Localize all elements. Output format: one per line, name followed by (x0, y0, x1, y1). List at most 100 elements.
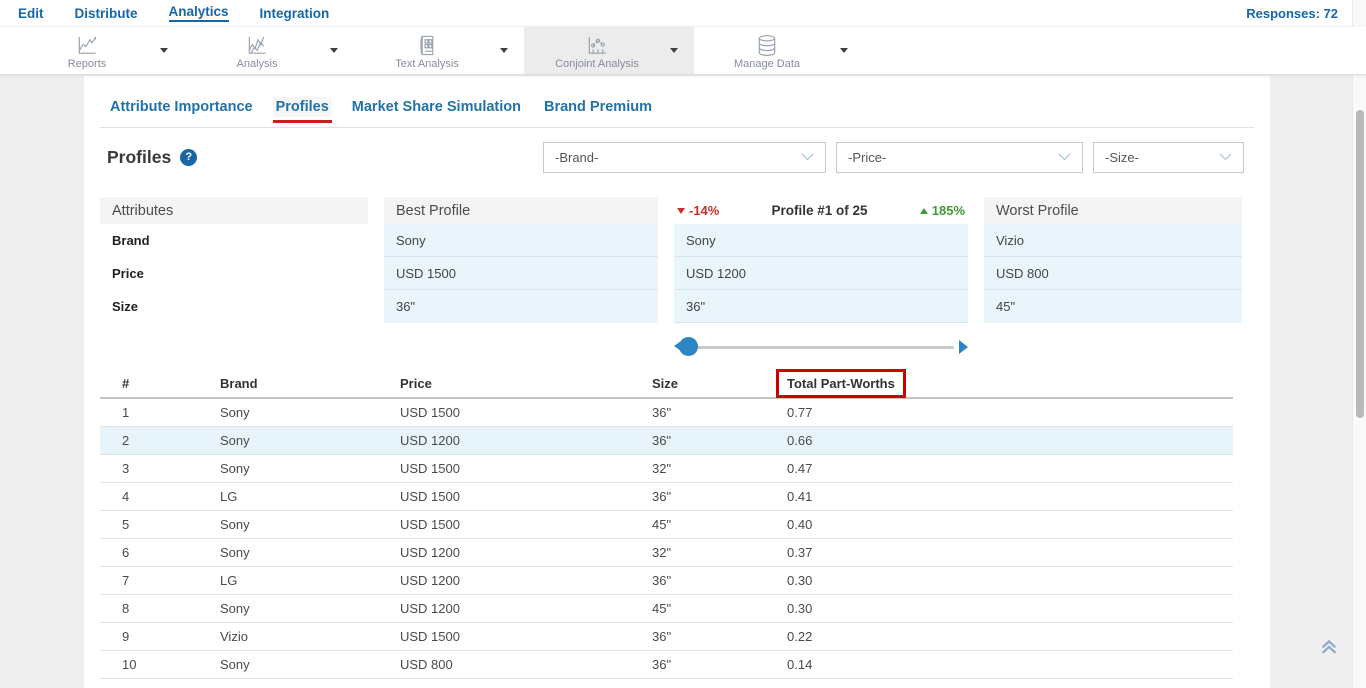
nav-item-analytics[interactable]: Analytics (169, 4, 229, 22)
table-row[interactable]: 10SonyUSD 80036"0.14 (100, 651, 1233, 679)
toolbar-item-text-analysis[interactable]: Text Analysis (354, 27, 524, 74)
best-profile-price: USD 1500 (384, 257, 658, 290)
table-cell: 3 (100, 461, 220, 476)
size-filter-select[interactable]: -Size- (1093, 142, 1244, 173)
slider-handle[interactable] (679, 337, 698, 356)
attribute-label-size: Size (100, 290, 368, 323)
table-cell: 36" (652, 405, 787, 420)
table-cell: 4 (100, 489, 220, 504)
table-row[interactable]: 1SonyUSD 150036"0.77 (100, 399, 1233, 427)
toolbar-item-manage-data[interactable]: Manage Data (694, 27, 864, 74)
table-cell: 6 (100, 545, 220, 560)
brand-filter-select[interactable]: -Brand- (543, 142, 826, 173)
table-cell: 0.14 (787, 657, 1233, 672)
slider-track[interactable] (682, 346, 954, 349)
tab-brand-premium[interactable]: Brand Premium (541, 97, 655, 117)
down-triangle-icon (677, 208, 685, 214)
price-filter-select[interactable]: -Price- (836, 142, 1083, 173)
chevron-down-icon (801, 153, 814, 161)
worst-profile-header: Worst Profile (984, 197, 1242, 224)
filter-row: -Brand- -Price- -Size- (543, 142, 1244, 173)
book-icon (414, 34, 440, 57)
attribute-label-price: Price (100, 257, 368, 290)
conjoint-sub-tabs: Attribute Importance Profiles Market Sha… (100, 76, 1254, 128)
responses-count[interactable]: Responses: 72 (1246, 6, 1366, 21)
chevron-down-icon[interactable] (500, 48, 508, 53)
table-cell: Sony (220, 657, 400, 672)
loss-vs-best: -14% (677, 203, 719, 218)
gain-vs-worst: 185% (920, 203, 965, 218)
table-cell: Sony (220, 405, 400, 420)
nav-item-integration[interactable]: Integration (260, 6, 330, 21)
page-header: Profiles ? -Brand- -Price- -Size- (107, 141, 1244, 173)
table-row[interactable]: 5SonyUSD 150045"0.40 (100, 511, 1233, 539)
nav-item-edit[interactable]: Edit (18, 6, 44, 21)
table-cell: 0.40 (787, 517, 1233, 532)
analytics-toolbar: Reports Analysis Text Analysi (0, 27, 1366, 75)
toolbar-item-label: Manage Data (734, 58, 800, 70)
table-row[interactable]: 4LGUSD 150036"0.41 (100, 483, 1233, 511)
current-profile-price: USD 1200 (674, 257, 968, 290)
tab-attribute-importance[interactable]: Attribute Importance (107, 97, 256, 117)
table-cell: 36" (652, 629, 787, 644)
table-cell: USD 1200 (400, 601, 652, 616)
table-cell: 0.66 (787, 433, 1233, 448)
table-row[interactable]: 7LGUSD 120036"0.30 (100, 567, 1233, 595)
column-header-brand: Brand (220, 376, 400, 391)
table-cell: 0.30 (787, 601, 1233, 616)
table-cell: 36" (652, 573, 787, 588)
table-cell: 2 (100, 433, 220, 448)
table-cell: 32" (652, 545, 787, 560)
double-chevron-up-icon (1318, 635, 1340, 657)
tab-market-share-simulation[interactable]: Market Share Simulation (349, 97, 524, 117)
best-profile-header: Best Profile (384, 197, 658, 224)
table-row[interactable]: 3SonyUSD 150032"0.47 (100, 455, 1233, 483)
table-cell: USD 1500 (400, 629, 652, 644)
chevron-down-icon[interactable] (670, 48, 678, 53)
table-cell: 36" (652, 657, 787, 672)
vertical-scrollbar[interactable] (1352, 0, 1366, 688)
nav-item-distribute[interactable]: Distribute (75, 6, 138, 21)
chevron-down-icon[interactable] (330, 48, 338, 53)
best-profile-brand: Sony (384, 224, 658, 257)
table-cell: USD 1500 (400, 461, 652, 476)
table-cell: Sony (220, 601, 400, 616)
table-cell: USD 1500 (400, 517, 652, 532)
help-icon[interactable]: ? (180, 149, 197, 166)
table-row[interactable]: 2SonyUSD 120036"0.66 (100, 427, 1233, 455)
table-row[interactable]: 6SonyUSD 120032"0.37 (100, 539, 1233, 567)
table-cell: 9 (100, 629, 220, 644)
best-profile-column: Best Profile Sony USD 1500 36" (384, 197, 658, 357)
toolbar-item-label: Conjoint Analysis (555, 58, 639, 70)
table-cell: Sony (220, 461, 400, 476)
table-row[interactable]: 9VizioUSD 150036"0.22 (100, 623, 1233, 651)
table-body: 1SonyUSD 150036"0.772SonyUSD 120036"0.66… (100, 399, 1233, 688)
table-cell: 0.47 (787, 461, 1233, 476)
profiles-table: # Brand Price Size Total Part-Worths 1So… (100, 369, 1233, 688)
page-title: Profiles (107, 147, 171, 168)
tab-profiles[interactable]: Profiles (273, 97, 332, 117)
toolbar-item-analysis[interactable]: Analysis (184, 27, 354, 74)
table-cell: Vizio (220, 629, 400, 644)
profile-slider[interactable] (674, 337, 968, 357)
table-cell: 0.37 (787, 545, 1233, 560)
scroll-to-top-button[interactable] (1318, 635, 1340, 662)
current-profile-column: -14% Profile #1 of 25 185% Sony USD 1200… (674, 197, 968, 357)
table-cell: 7 (100, 573, 220, 588)
column-header-total-part-worths: Total Part-Worths (787, 376, 895, 391)
table-row[interactable]: 11LGUSD 150032"0.12 (100, 679, 1233, 688)
line-chart-icon (74, 34, 100, 57)
chevron-down-icon[interactable] (160, 48, 168, 53)
toolbar-item-label: Reports (68, 58, 107, 70)
attributes-header: Attributes (100, 197, 368, 224)
table-cell: USD 1200 (400, 545, 652, 560)
table-row[interactable]: 8SonyUSD 120045"0.30 (100, 595, 1233, 623)
scrollbar-thumb[interactable] (1356, 110, 1364, 418)
toolbar-item-reports[interactable]: Reports (14, 27, 184, 74)
worst-profile-price: USD 800 (984, 257, 1242, 290)
conjoint-chart-icon (584, 34, 610, 57)
toolbar-item-conjoint-analysis[interactable]: Conjoint Analysis (524, 27, 694, 74)
slider-right-arrow-icon[interactable] (959, 340, 968, 354)
chevron-down-icon[interactable] (840, 48, 848, 53)
table-cell: Sony (220, 433, 400, 448)
